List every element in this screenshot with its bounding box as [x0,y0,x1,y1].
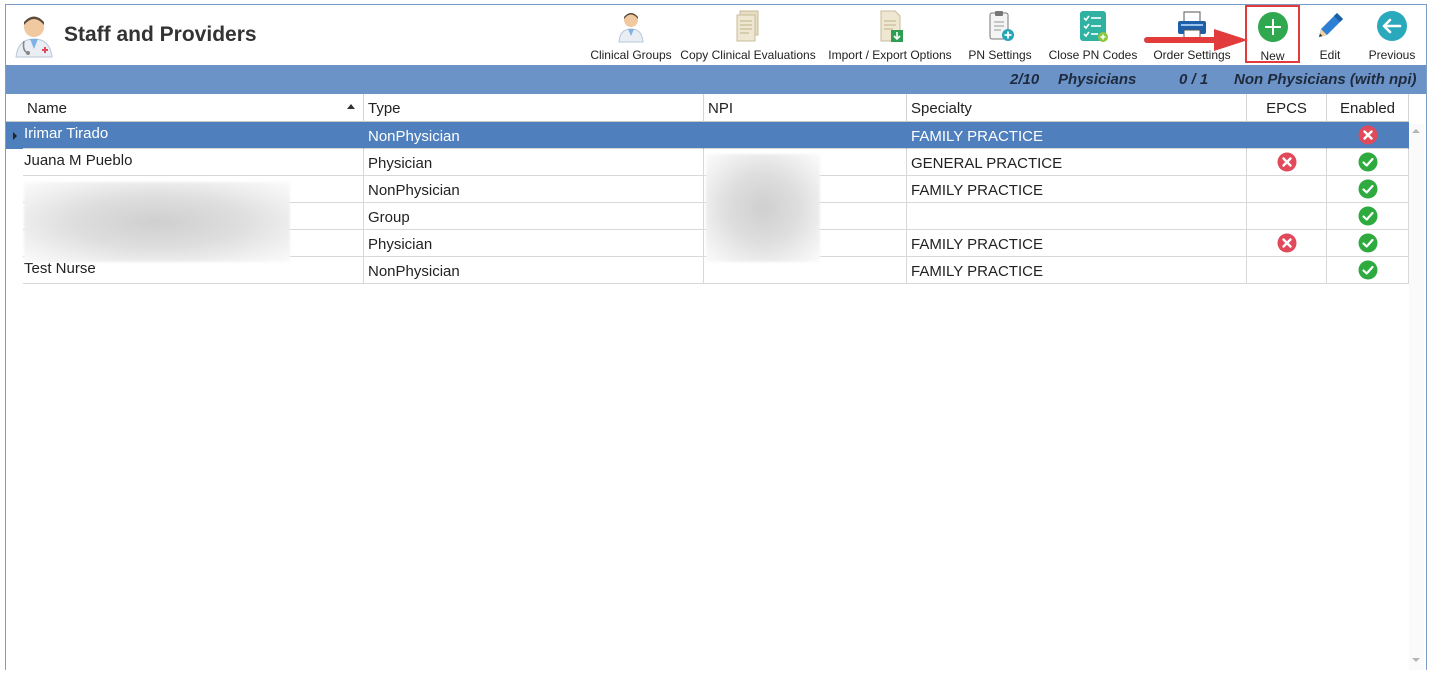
check-circle-icon [1358,179,1377,199]
cell-specialty: FAMILY PRACTICE [907,122,1247,149]
edit-label: Edit [1319,48,1341,62]
import-export-options-button[interactable]: Import / Export Options [824,7,956,63]
current-row-indicator-icon [13,132,17,140]
import-export-options-label: Import / Export Options [828,48,952,62]
annotation-arrow-icon [1144,29,1248,51]
non-physicians-count: 0 / 1 [1179,71,1209,88]
column-header-npi[interactable]: NPI [704,94,907,122]
grid-header: Name Type NPI Specialty EPCS Enabled [6,94,1409,122]
cell-enabled [1327,176,1409,203]
cell-type: Physician [364,149,704,176]
clinical-groups-icon [618,13,644,43]
redacted-names [24,182,290,262]
column-header-epcs[interactable]: EPCS [1247,94,1327,122]
cell-type: Physician [364,230,704,257]
copy-document-icon [736,10,759,42]
copy-clinical-evaluations-label: Copy Clinical Evaluations [680,48,816,62]
summary-bar: 2/10 Physicians 0 / 1 Non Physicians (wi… [6,65,1426,94]
cell-type: Group [364,203,704,230]
x-circle-icon [1277,152,1296,172]
redacted-npi [706,154,820,262]
plus-circle-icon [1257,12,1288,42]
physicians-label: Physicians [1058,71,1137,88]
cell-type: NonPhysician [364,257,704,284]
check-circle-icon [1358,206,1377,226]
check-circle-icon [1358,233,1377,253]
staff-doctor-icon [15,16,53,58]
clinical-groups-button[interactable]: Clinical Groups [588,7,674,63]
previous-label: Previous [1368,48,1416,62]
cell-epcs [1247,203,1327,230]
cell-type: NonPhysician [364,122,704,149]
cell-name: Irimar Tirado [23,122,364,149]
close-pn-codes-label: Close PN Codes [1048,48,1138,62]
cell-specialty: FAMILY PRACTICE [907,176,1247,203]
arrow-left-circle-icon [1377,11,1407,41]
pn-settings-label: PN Settings [968,48,1032,62]
new-label: New [1260,49,1285,63]
column-header-name[interactable]: Name [23,94,364,122]
scroll-down-icon[interactable] [1412,658,1420,662]
cell-specialty: FAMILY PRACTICE [907,257,1247,284]
x-circle-icon [1277,233,1296,253]
edit-button[interactable]: Edit [1310,7,1350,63]
cell-epcs [1247,257,1327,284]
cell-npi [704,122,907,149]
previous-button[interactable]: Previous [1364,7,1420,63]
cell-specialty: GENERAL PRACTICE [907,149,1247,176]
cell-enabled [1327,257,1409,284]
column-header-name-label: Name [27,100,68,117]
non-physicians-label: Non Physicians (with npi) [1234,71,1417,88]
cell-epcs [1247,122,1327,149]
cell-name: Juana M Pueblo [23,149,364,176]
cell-epcs [1247,149,1327,176]
check-circle-icon [1358,152,1377,172]
physicians-count: 2/10 [1010,71,1040,88]
page-title: Staff and Providers [64,23,257,46]
pn-settings-icon [989,11,1014,41]
staff-providers-window: Staff and Providers Clinical Groups Copy… [5,4,1427,670]
cell-specialty: FAMILY PRACTICE [907,230,1247,257]
pencil-icon [1319,13,1343,37]
x-circle-icon [1358,125,1377,145]
import-export-icon [880,10,903,42]
scroll-up-icon[interactable] [1412,129,1420,133]
copy-clinical-evaluations-button[interactable]: Copy Clinical Evaluations [680,7,816,63]
cell-epcs [1247,176,1327,203]
cell-epcs [1247,230,1327,257]
check-circle-icon [1358,260,1377,280]
cell-type: NonPhysician [364,176,704,203]
column-header-type[interactable]: Type [364,94,704,122]
providers-grid: Name Type NPI Specialty EPCS Enabled Iri… [6,94,1426,670]
new-button[interactable]: New [1245,5,1300,63]
sort-ascending-icon [347,104,355,109]
pn-settings-button[interactable]: PN Settings [966,7,1034,63]
cell-specialty [907,203,1247,230]
close-pn-codes-button[interactable]: Close PN Codes [1048,7,1138,63]
cell-enabled [1327,122,1409,149]
table-row[interactable]: Irimar Tirado NonPhysician FAMILY PRACTICE [6,122,1409,149]
vertical-scrollbar[interactable] [1409,124,1424,670]
column-header-specialty[interactable]: Specialty [907,94,1247,122]
cell-enabled [1327,230,1409,257]
cell-enabled [1327,203,1409,230]
header: Staff and Providers Clinical Groups Copy… [6,5,1426,65]
clinical-groups-label: Clinical Groups [590,48,672,62]
cell-enabled [1327,149,1409,176]
column-header-enabled[interactable]: Enabled [1327,94,1409,122]
checklist-icon [1080,11,1108,42]
